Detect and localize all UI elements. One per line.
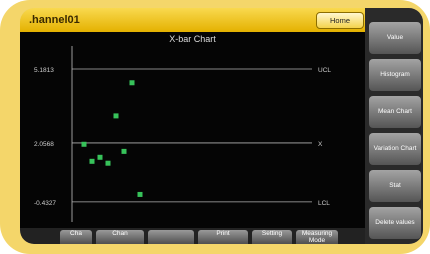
stat-button[interactable]: Stat: [369, 170, 421, 202]
print-button[interactable]: Print: [198, 230, 248, 244]
screen: .hannel01 Home X-bar Chart 5.1813 UCL 2.05…: [20, 8, 423, 244]
data-point: [113, 113, 119, 119]
data-point: [81, 141, 87, 147]
bottom-channel-2-button[interactable]: Chan: [96, 230, 144, 244]
data-point: [89, 158, 95, 164]
variation-chart-button[interactable]: Variation Chart: [369, 133, 421, 165]
bottom-channel-button[interactable]: Cha: [60, 230, 92, 244]
delete-values-button[interactable]: Delete values: [369, 207, 421, 239]
bottom-blank-button[interactable]: [148, 230, 194, 244]
setting-button[interactable]: Setting: [252, 230, 292, 244]
histogram-button[interactable]: Histogram: [369, 59, 421, 91]
value-button[interactable]: Value: [369, 22, 421, 54]
home-button[interactable]: Home: [316, 12, 364, 29]
xbar-chart: 5.1813 UCL 2.0568 X -0.4327 LCL: [34, 46, 331, 222]
ucl-tick-label: 5.1813: [34, 67, 54, 74]
center-right-label: X: [318, 141, 323, 148]
measuring-mode-button[interactable]: Measuring Mode: [296, 230, 338, 244]
data-point: [121, 148, 127, 154]
channel-title: .hannel01: [29, 14, 80, 26]
data-point: [137, 191, 143, 197]
data-point: [97, 154, 103, 160]
mean-chart-button[interactable]: Mean Chart: [369, 96, 421, 128]
lcl-tick-label: -0.4327: [34, 200, 56, 207]
lcl-right-label: LCL: [318, 200, 330, 207]
device-bezel: .hannel01 Home X-bar Chart 5.1813 UCL 2.05…: [0, 0, 430, 254]
right-sidebar: Value Histogram Mean Chart Variation Cha…: [365, 8, 423, 244]
data-point: [105, 160, 111, 166]
bottom-toolbar: Cha Chan Print Setting Measuring Mode: [20, 228, 365, 244]
title-bar: .hannel01 Home: [20, 8, 365, 32]
center-tick-label: 2.0568: [34, 141, 54, 148]
data-point: [129, 80, 135, 86]
ucl-right-label: UCL: [318, 67, 331, 74]
chart-area: X-bar Chart 5.1813 UCL 2.0568 X -0.4327 LCL: [20, 32, 365, 228]
